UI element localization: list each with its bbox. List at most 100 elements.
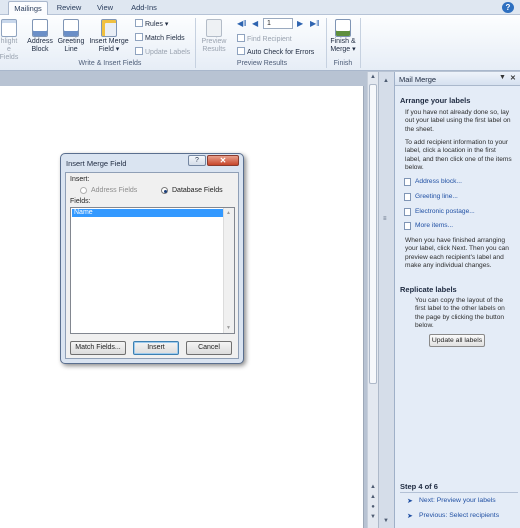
highlight-merge-fields-button[interactable]: hlight e Fields [0,19,20,62]
scroll-down-icon[interactable]: ▼ [383,518,389,524]
postage-icon [404,208,411,216]
preview-results-button[interactable]: Preview Results [199,19,229,54]
dialog-close-button[interactable]: ✕ [207,155,239,166]
database-fields-radio[interactable] [161,187,168,194]
dialog-help-button[interactable]: ? [188,155,206,166]
previous-step-link[interactable]: Previous: Select recipients [419,512,499,519]
auto-check-errors-button[interactable]: Auto Check for Errors [237,47,314,57]
document-scrollbar[interactable]: ▲ ▲ ▲ ● ▼ [367,72,378,528]
next-page-icon[interactable]: ▼ [369,514,377,520]
address-block-link[interactable]: Address block... [404,178,462,186]
group-write-insert-label: Write & Insert Fields [78,60,142,67]
group-preview-label: Preview Results [236,60,288,67]
highlight-fields-icon [1,19,17,37]
match-fields-button[interactable]: Match Fields... [70,341,126,355]
insert-merge-field-icon [101,19,117,37]
update-labels-label: Update Labels [145,49,191,56]
splitter-grip-icon[interactable]: ≡ [383,216,387,222]
greeting-line-label-1: Greeting [57,38,85,45]
update-labels-button[interactable]: Update Labels [135,47,190,57]
tab-mailings[interactable]: Mailings [8,1,48,16]
record-number-input[interactable]: 1 [263,18,293,29]
auto-check-icon [237,47,245,55]
insert-merge-field-label-2: Field ▾ [98,46,120,53]
find-recipient-icon [237,34,245,42]
address-block-button[interactable]: Address Block [26,19,54,54]
scroll-up-icon[interactable]: ▲ [383,78,389,84]
more-items-link[interactable]: More items... [404,222,454,230]
arrange-text-3: When you have finished arranging your la… [405,237,509,269]
insert-merge-field-button[interactable]: Insert Merge Field ▾ [87,19,131,54]
scroll-down-icon[interactable]: ▼ [226,325,231,331]
scroll-up-icon[interactable]: ▲ [369,74,377,80]
insert-merge-field-label-1: Insert Merge [89,38,129,45]
tab-view[interactable]: View [90,1,120,15]
scrollbar-thumb[interactable] [369,84,377,384]
browse-object-icon[interactable]: ● [369,504,377,510]
first-record-icon[interactable]: ◀‖ [237,19,246,28]
address-block-label-1: Address [27,38,53,45]
address-block-icon [32,19,48,37]
help-icon[interactable]: ? [502,2,514,13]
cancel-button[interactable]: Cancel [186,341,232,355]
group-finish-label: Finish [333,60,353,67]
preview-label-1: Preview [201,38,227,45]
auto-check-label: Auto Check for Errors [247,49,315,56]
replicate-text: You can copy the layout of the first lab… [415,297,505,329]
next-record-icon[interactable]: ▶ [297,19,303,28]
previous-arrow-icon: ➤ [407,513,413,520]
group-separator [195,18,196,68]
scroll-up-icon[interactable]: ▲ [226,210,231,216]
tab-add-ins[interactable]: Add-Ins [124,1,164,15]
find-recipient-button[interactable]: Find Recipient [237,34,292,44]
rules-button[interactable]: Rules ▾ [135,19,168,29]
greeting-line-button[interactable]: Greeting Line [56,19,86,54]
scroll-up-icon[interactable]: ▲ [369,484,377,490]
fields-listbox[interactable]: Name ▲ ▼ [70,207,235,334]
finish-label-2: Merge ▾ [330,46,356,53]
preview-label-2: Results [202,46,226,53]
list-item[interactable]: Name [72,209,223,217]
finish-label-1: Finish & [330,38,356,45]
electronic-postage-link-label: Electronic postage... [415,208,475,215]
tab-review[interactable]: Review [52,1,86,15]
match-fields-button[interactable]: Match Fields [135,33,185,43]
more-items-link-label: More items... [415,222,454,229]
address-fields-radio[interactable] [80,187,87,194]
more-items-icon [404,222,411,230]
close-icon[interactable]: ✕ [510,74,516,82]
finish-merge-button[interactable]: Finish & Merge ▾ [328,19,358,54]
greeting-line-icon [63,19,79,37]
greeting-line-link[interactable]: Greeting line... [404,193,458,201]
find-recipient-label: Find Recipient [247,36,292,43]
last-record-icon[interactable]: ▶‖ [310,19,319,28]
insert-merge-field-dialog: Insert Merge Field ? ✕ Insert: Address F… [60,153,244,364]
task-pane-splitter[interactable]: ▲ ≡ ▼ [378,72,394,528]
arrange-heading: Arrange your labels [400,96,471,105]
group-separator [326,18,327,68]
next-arrow-icon: ➤ [407,498,413,505]
insert-button[interactable]: Insert [133,341,179,355]
highlight-label-1: hlight [0,38,18,45]
update-all-labels-button[interactable]: Update all labels [429,334,485,347]
replicate-heading: Replicate labels [400,285,457,294]
previous-record-icon[interactable]: ◀ [252,19,258,28]
highlight-label-2: e Fields [0,46,19,61]
preview-results-icon [206,19,222,37]
pane-header: Mail Merge ▼ ✕ [395,72,520,86]
rules-icon [135,19,143,27]
mail-merge-pane: Mail Merge ▼ ✕ Arrange your labels If yo… [394,72,520,528]
insert-label: Insert: [70,176,90,183]
greeting-line-label-2: Line [64,46,78,53]
match-fields-label: Match Fields [145,35,185,42]
pane-options-icon[interactable]: ▼ [499,74,506,81]
update-labels-icon [135,47,143,55]
divider [400,492,518,493]
listbox-scrollbar[interactable]: ▲ ▼ [223,208,234,333]
fields-label: Fields: [70,198,91,205]
ribbon-tabs: Mailings Review View Add-Ins ? [0,0,520,16]
group-separator [360,18,361,68]
next-step-link[interactable]: Next: Preview your labels [419,497,496,504]
previous-page-icon[interactable]: ▲ [369,494,377,500]
electronic-postage-link[interactable]: Electronic postage... [404,208,475,216]
